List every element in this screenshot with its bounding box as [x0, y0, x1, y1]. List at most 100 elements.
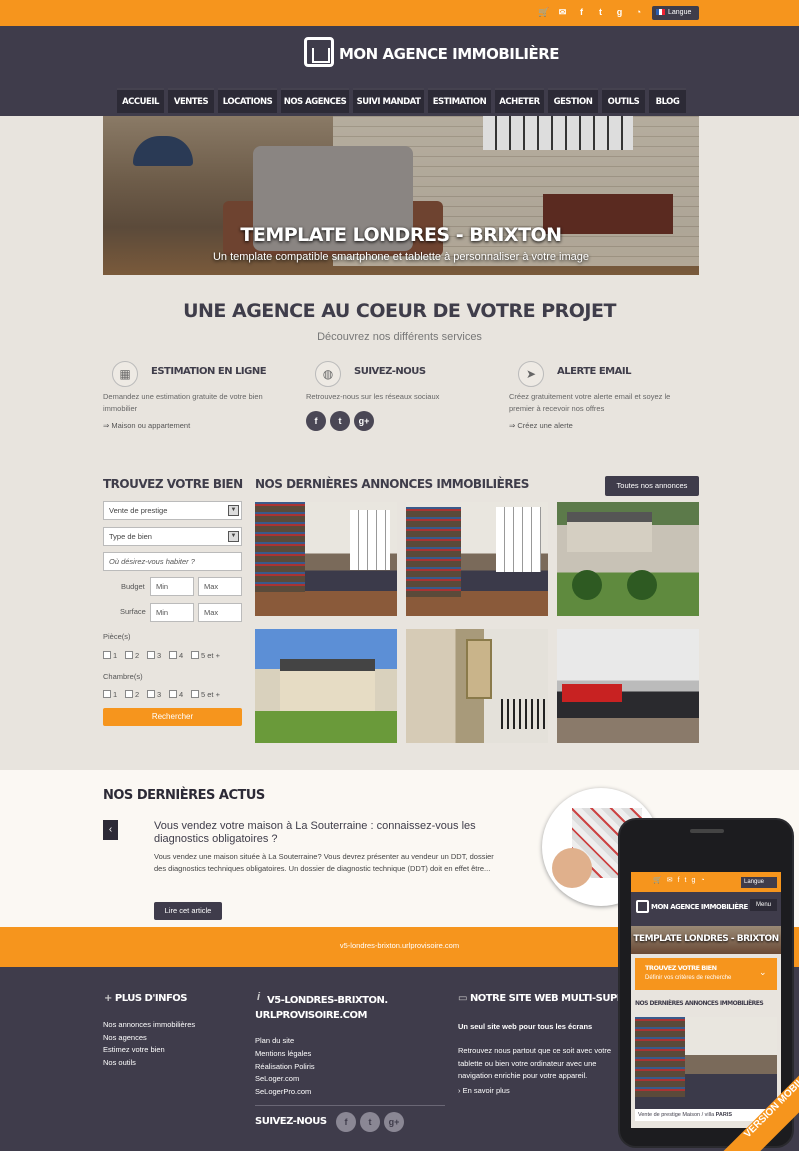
footer-link[interactable]: Nos annonces immobilières: [103, 1019, 195, 1032]
nav-suivi-mandat[interactable]: SUIVI MANDAT: [353, 88, 424, 113]
phone-menu-button[interactable]: Menu: [750, 899, 777, 911]
pieces-checkbox-3[interactable]: [147, 651, 155, 659]
nav-blog[interactable]: BLOG: [649, 88, 686, 113]
listing-photo-6[interactable]: [557, 629, 699, 743]
listings-title: NOS DERNIÈRES ANNONCES IMMOBILIÈRES: [255, 477, 529, 491]
listing-photo-4[interactable]: [255, 629, 397, 743]
chambres-checkbox-4[interactable]: [169, 690, 177, 698]
chevron-down-icon: ▼: [228, 531, 239, 542]
facebook-icon[interactable]: f: [576, 7, 587, 18]
twitter-icon[interactable]: t: [595, 7, 606, 18]
chambres-checkbox-5[interactable]: [191, 690, 199, 698]
transaction-select[interactable]: Vente de prestige ▼: [103, 501, 242, 520]
bookshelf: [406, 507, 461, 597]
facebook-icon[interactable]: f: [306, 411, 326, 431]
budget-min-input[interactable]: Min: [150, 577, 194, 596]
logo-house-icon[interactable]: [304, 37, 334, 67]
listing-photo-2[interactable]: [406, 502, 548, 616]
budget-max-input[interactable]: Max: [198, 577, 242, 596]
read-article-button[interactable]: Lire cet article: [154, 902, 222, 920]
cart-icon[interactable]: 🛒: [538, 7, 549, 18]
rss-icon[interactable]: ◔: [633, 7, 644, 18]
phone-logo-text: MON AGENCE IMMOBILIÈRE: [651, 903, 748, 911]
calculator-icon: ▦: [112, 361, 138, 387]
nav-estimation[interactable]: ESTIMATION: [428, 88, 491, 113]
chambres-checkbox-1[interactable]: [103, 690, 111, 698]
property-type-select[interactable]: Type de bien ▼: [103, 527, 242, 546]
budget-label: Budget: [121, 582, 145, 591]
footer-link[interactable]: Estimez votre bien: [103, 1044, 165, 1057]
footer-link[interactable]: Nos agences: [103, 1032, 147, 1045]
google-plus-icon[interactable]: g+: [354, 411, 374, 431]
footer-link[interactable]: Plan du site: [255, 1035, 294, 1048]
location-input[interactable]: Où désirez-vous habiter ?: [103, 552, 242, 571]
listing-photo-3[interactable]: [557, 502, 699, 616]
facebook-icon[interactable]: f: [336, 1112, 356, 1132]
footer-follow-title: SUIVEZ-NOUS: [255, 1116, 327, 1127]
mail-icon[interactable]: ✉: [557, 7, 568, 18]
footer-link[interactable]: Réalisation Poliris: [255, 1061, 315, 1074]
news-headline[interactable]: Vous vendez votre maison à La Souterrain…: [154, 820, 494, 846]
chevron-down-icon: ⌄: [759, 967, 767, 977]
footer-col3-link[interactable]: › En savoir plus: [458, 1085, 510, 1098]
footer-link[interactable]: Nos outils: [103, 1057, 136, 1070]
logo-text[interactable]: MON AGENCE IMMOBILIÈRE: [339, 45, 560, 63]
surface-min-input[interactable]: Min: [150, 603, 194, 622]
bookshelf: [255, 502, 305, 592]
footer-link[interactable]: Mentions légales: [255, 1048, 311, 1061]
bookshelf: [635, 1017, 685, 1097]
window: [350, 510, 390, 570]
service-link-alerte[interactable]: ⇒ Créez une alerte: [509, 421, 573, 430]
surface-max-input[interactable]: Max: [198, 603, 242, 622]
language-button[interactable]: Langue: [652, 6, 699, 20]
option-label: 5 et +: [201, 651, 220, 660]
option-label: 4: [179, 651, 184, 660]
listing-photo-1[interactable]: [255, 502, 397, 616]
google-plus-icon[interactable]: g+: [384, 1112, 404, 1132]
phone-search-toggle[interactable]: [635, 958, 777, 990]
twitter-icon[interactable]: t: [360, 1112, 380, 1132]
footer-divider: [255, 1105, 445, 1106]
news-text: Vous vendez une maison située à La Soute…: [154, 852, 494, 873]
phone-search-sub: Définir vos critères de recherche: [645, 975, 732, 981]
nav-acheter[interactable]: ACHETER: [495, 88, 544, 113]
google-plus-icon[interactable]: g: [614, 7, 625, 18]
balcony-rail: [501, 699, 548, 729]
option-label: 1: [113, 651, 118, 660]
nav-nos-agences[interactable]: NOS AGENCES: [281, 88, 349, 113]
hero-title: TEMPLATE LONDRES - BRIXTON: [240, 224, 562, 246]
chambres-checkbox-2[interactable]: [125, 690, 133, 698]
chevron-down-icon: ▼: [228, 505, 239, 516]
option-label: 5 et +: [201, 690, 220, 699]
nav-locations[interactable]: LOCATIONS: [218, 88, 277, 113]
window: [496, 507, 541, 572]
nav-accueil[interactable]: ACCUEIL: [117, 88, 164, 113]
pieces-checkbox-1[interactable]: [103, 651, 111, 659]
nav-outils[interactable]: OUTILS: [602, 88, 645, 113]
footer-link[interactable]: SeLoger.com: [255, 1073, 299, 1086]
service-text-alerte: Créez gratuitement votre alerte email et…: [509, 392, 671, 413]
chambres-label: Chambre(s): [103, 672, 143, 681]
service-title-alerte: ALERTE EMAIL: [557, 366, 631, 377]
pieces-checkbox-4[interactable]: [169, 651, 177, 659]
chambres-checkbox-3[interactable]: [147, 690, 155, 698]
pieces-checkbox-2[interactable]: [125, 651, 133, 659]
pieces-checkbox-5[interactable]: [191, 651, 199, 659]
footer-col3-text: Retrouvez nous partout que ce soit avec …: [458, 1046, 612, 1081]
nav-gestion[interactable]: GESTION: [548, 88, 598, 113]
topiary: [572, 570, 602, 600]
search-button[interactable]: Rechercher: [103, 708, 242, 726]
all-listings-button[interactable]: Toutes nos annonces: [605, 476, 699, 496]
agence-title: UNE AGENCE AU COEUR DE VOTRE PROJET: [183, 300, 616, 322]
paper-plane-icon: ➤: [518, 361, 544, 387]
footer-link[interactable]: SeLogerPro.com: [255, 1086, 311, 1099]
twitter-icon[interactable]: t: [330, 411, 350, 431]
chevron-left-icon[interactable]: ‹: [103, 820, 118, 840]
listing-photo-5[interactable]: [406, 629, 548, 743]
hero-window: [483, 116, 633, 150]
phone-lang-button[interactable]: Langue: [741, 877, 777, 888]
phone-listing-photo[interactable]: [635, 1017, 777, 1112]
service-link-estimation[interactable]: ⇒ Maison ou appartement: [103, 421, 190, 430]
nav-ventes[interactable]: VENTES: [168, 88, 214, 113]
monitor-icon: ▭: [458, 993, 467, 1004]
